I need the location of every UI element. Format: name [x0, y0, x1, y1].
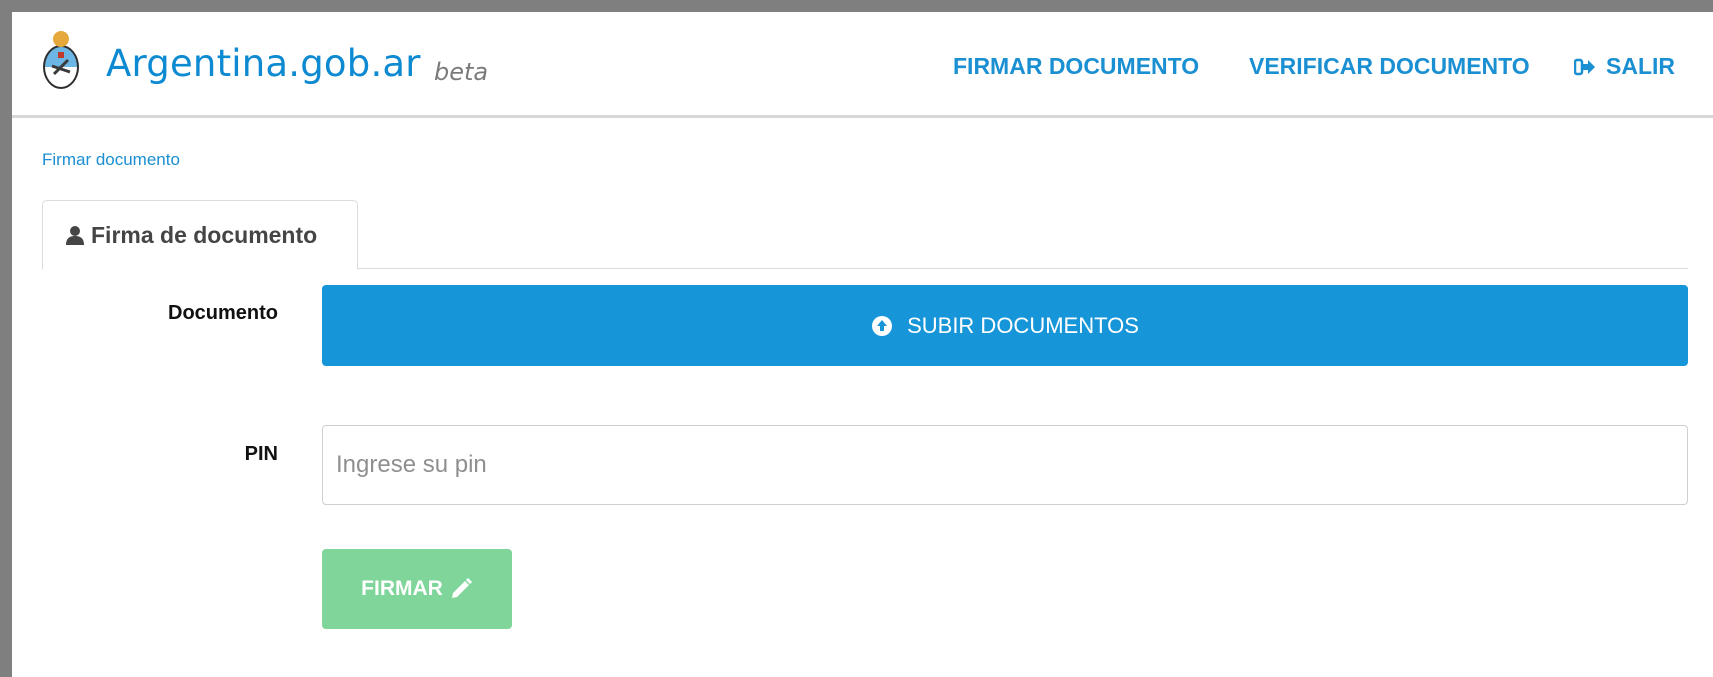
nav-salir-label: SALIR — [1606, 53, 1675, 79]
tab-firma-de-documento[interactable]: Firma de documento — [42, 200, 358, 270]
pin-input[interactable] — [322, 425, 1688, 505]
pin-label: PIN — [244, 443, 278, 465]
user-icon — [66, 226, 84, 245]
brand-title[interactable]: Argentina.gob.ar — [106, 42, 421, 85]
beta-badge: beta — [434, 58, 489, 86]
circle-arrow-up-icon — [872, 315, 893, 336]
documento-label: Documento — [168, 302, 278, 324]
top-header: Argentina.gob.ar beta FIRMAR DOCUMENTO V… — [12, 12, 1713, 118]
nav-salir[interactable]: SALIR — [1574, 53, 1675, 80]
nav-firmar-documento[interactable]: FIRMAR DOCUMENTO — [953, 53, 1199, 80]
pencil-icon — [451, 578, 472, 598]
firmar-label: FIRMAR — [361, 577, 443, 600]
sign-out-icon — [1574, 58, 1595, 75]
subir-documentos-label: SUBIR DOCUMENTOS — [907, 312, 1139, 338]
firmar-button[interactable]: FIRMAR — [322, 549, 512, 629]
subir-documentos-button[interactable]: SUBIR DOCUMENTOS — [322, 285, 1688, 366]
nav-verificar-documento[interactable]: VERIFICAR DOCUMENTO — [1249, 53, 1530, 80]
tab-label: Firma de documento — [91, 221, 318, 248]
breadcrumb[interactable]: Firmar documento — [42, 150, 180, 170]
argentina-coat-of-arms-icon — [43, 31, 79, 89]
